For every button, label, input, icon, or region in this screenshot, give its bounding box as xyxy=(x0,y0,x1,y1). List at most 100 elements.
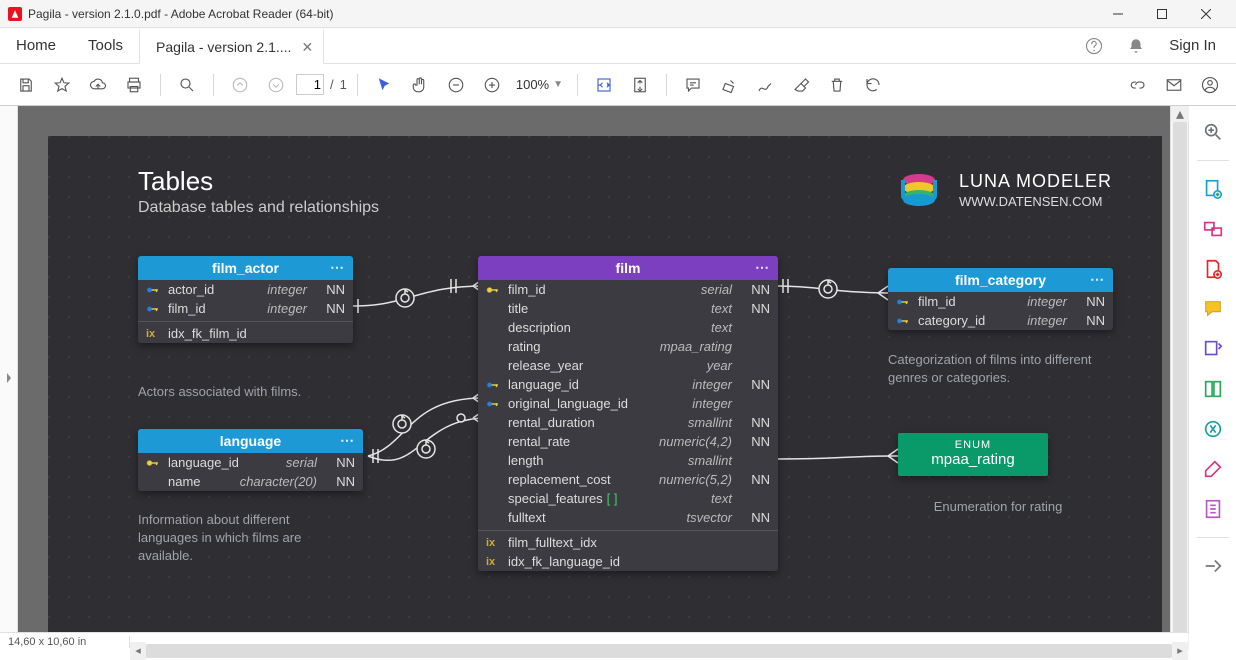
maximize-button[interactable] xyxy=(1140,0,1184,28)
column-type: text xyxy=(711,320,738,335)
fit-page-icon[interactable] xyxy=(624,69,656,101)
scroll-left-icon[interactable]: ◂ xyxy=(130,642,146,660)
sign-in-button[interactable]: Sign In xyxy=(1169,37,1216,54)
not-null-flag: NN xyxy=(319,301,345,316)
minimize-button[interactable] xyxy=(1096,0,1140,28)
enum-type-label: ENUM xyxy=(898,439,1048,451)
table-menu-icon[interactable]: ⋯ xyxy=(330,259,345,276)
zoom-dropdown[interactable]: 100% ▼ xyxy=(512,77,567,92)
document-tab-close-icon[interactable]: ✕ xyxy=(301,39,313,56)
scroll-right-icon[interactable]: ▸ xyxy=(1172,642,1188,660)
index-name: film_fulltext_idx xyxy=(508,535,770,550)
column-name: rental_rate xyxy=(508,434,653,449)
print-icon[interactable] xyxy=(118,69,150,101)
page-dimensions: 14,60 x 10,60 in xyxy=(0,636,130,648)
column-type: integer xyxy=(1027,313,1073,328)
column-type: numeric(4,2) xyxy=(659,434,738,449)
find-icon[interactable] xyxy=(171,69,203,101)
column-type: text xyxy=(711,301,738,316)
index-icon: ix xyxy=(486,556,502,568)
column-type: integer xyxy=(267,301,313,316)
notifications-icon[interactable] xyxy=(1127,37,1145,55)
comment-icon[interactable] xyxy=(677,69,709,101)
column-type: serial xyxy=(701,282,738,297)
diagram-title: Tables xyxy=(138,166,379,197)
page-indicator: / 1 xyxy=(296,74,347,95)
delete-icon[interactable] xyxy=(821,69,853,101)
draw-icon[interactable] xyxy=(749,69,781,101)
scroll-up-icon[interactable]: ▴ xyxy=(1171,106,1189,122)
table-name: film xyxy=(616,260,641,276)
comment-tool-icon[interactable] xyxy=(1197,293,1229,325)
column-row: film_idserialNN xyxy=(478,280,778,299)
table-film-category: film_category⋯ film_idintegerNNcategory_… xyxy=(888,268,1113,330)
page-up-icon[interactable] xyxy=(224,69,256,101)
primary-key-icon xyxy=(146,458,162,468)
search-tool-icon[interactable] xyxy=(1197,116,1229,148)
not-null-flag: NN xyxy=(744,301,770,316)
column-type: integer xyxy=(1027,294,1073,309)
combine-icon[interactable] xyxy=(1197,213,1229,245)
table-menu-icon[interactable]: ⋯ xyxy=(755,259,770,276)
fill-sign-icon[interactable] xyxy=(1197,333,1229,365)
column-type: mpaa_rating xyxy=(660,339,738,354)
zoom-out-icon[interactable] xyxy=(440,69,472,101)
edit-pdf-icon[interactable] xyxy=(1197,253,1229,285)
column-name: special_features[ ] xyxy=(508,491,705,506)
column-row: replacement_costnumeric(5,2)NN xyxy=(478,470,778,489)
selection-tool-icon[interactable] xyxy=(368,69,400,101)
email-icon[interactable] xyxy=(1158,69,1190,101)
table-name: film_actor xyxy=(212,260,279,276)
star-icon[interactable] xyxy=(46,69,78,101)
column-name: original_language_id xyxy=(508,396,686,411)
primary-key-icon xyxy=(486,285,502,295)
column-type: numeric(5,2) xyxy=(659,472,738,487)
link-icon[interactable] xyxy=(1122,69,1154,101)
home-tab[interactable]: Home xyxy=(16,37,56,54)
tools-tab[interactable]: Tools xyxy=(88,37,123,54)
caret-down-icon: ▼ xyxy=(553,79,563,90)
window-title: Pagila - version 2.1.0.pdf - Adobe Acrob… xyxy=(28,7,1096,21)
save-icon[interactable] xyxy=(10,69,42,101)
organize-icon[interactable] xyxy=(1197,373,1229,405)
column-row: rental_rate numeric(4,2) NN xyxy=(478,432,778,451)
account-icon[interactable] xyxy=(1194,69,1226,101)
not-null-flag: NN xyxy=(744,434,770,449)
document-tab[interactable]: Pagila - version 2.1.... ✕ xyxy=(139,29,324,64)
compress-icon[interactable] xyxy=(1197,413,1229,445)
zoom-in-icon[interactable] xyxy=(476,69,508,101)
sign-tool-icon[interactable] xyxy=(1197,453,1229,485)
brand-url: WWW.DATENSEN.COM xyxy=(959,194,1112,209)
table-menu-icon[interactable]: ⋯ xyxy=(1090,271,1105,288)
erase-icon[interactable] xyxy=(785,69,817,101)
hand-tool-icon[interactable] xyxy=(404,69,436,101)
vertical-scrollbar[interactable]: ▴ ▾ xyxy=(1170,106,1188,650)
scroll-thumb[interactable] xyxy=(1173,122,1187,634)
column-row: category_idintegerNN xyxy=(888,311,1113,330)
page-input[interactable] xyxy=(296,74,324,95)
document-area[interactable]: Tables Database tables and relationships… xyxy=(18,106,1170,650)
column-row: titletextNN xyxy=(478,299,778,318)
create-pdf-icon[interactable] xyxy=(1197,173,1229,205)
collapse-rightpanel-icon[interactable] xyxy=(1197,550,1229,582)
page-down-icon[interactable] xyxy=(260,69,292,101)
index-icon: ix xyxy=(146,328,162,340)
close-button[interactable] xyxy=(1184,0,1228,28)
left-pane-toggle[interactable] xyxy=(0,106,18,650)
column-row: film_idintegerNN xyxy=(888,292,1113,311)
export-icon[interactable] xyxy=(1197,493,1229,525)
not-null-flag: NN xyxy=(319,282,345,297)
column-row: actor_idintegerNN xyxy=(138,280,353,299)
undo-icon[interactable] xyxy=(857,69,889,101)
scroll-thumb[interactable] xyxy=(146,644,1172,658)
highlight-icon[interactable] xyxy=(713,69,745,101)
fit-width-icon[interactable] xyxy=(588,69,620,101)
index-row: ixidx_fk_language_id xyxy=(478,552,778,571)
index-row: ixfilm_fulltext_idx xyxy=(478,530,778,552)
table-menu-icon[interactable]: ⋯ xyxy=(340,432,355,449)
help-icon[interactable] xyxy=(1085,37,1103,55)
cloud-upload-icon[interactable] xyxy=(82,69,114,101)
enum-name: mpaa_rating xyxy=(898,451,1048,468)
column-name: name xyxy=(168,474,234,489)
status-bar: 14,60 x 10,60 in ◂ ▸ xyxy=(0,632,1188,650)
